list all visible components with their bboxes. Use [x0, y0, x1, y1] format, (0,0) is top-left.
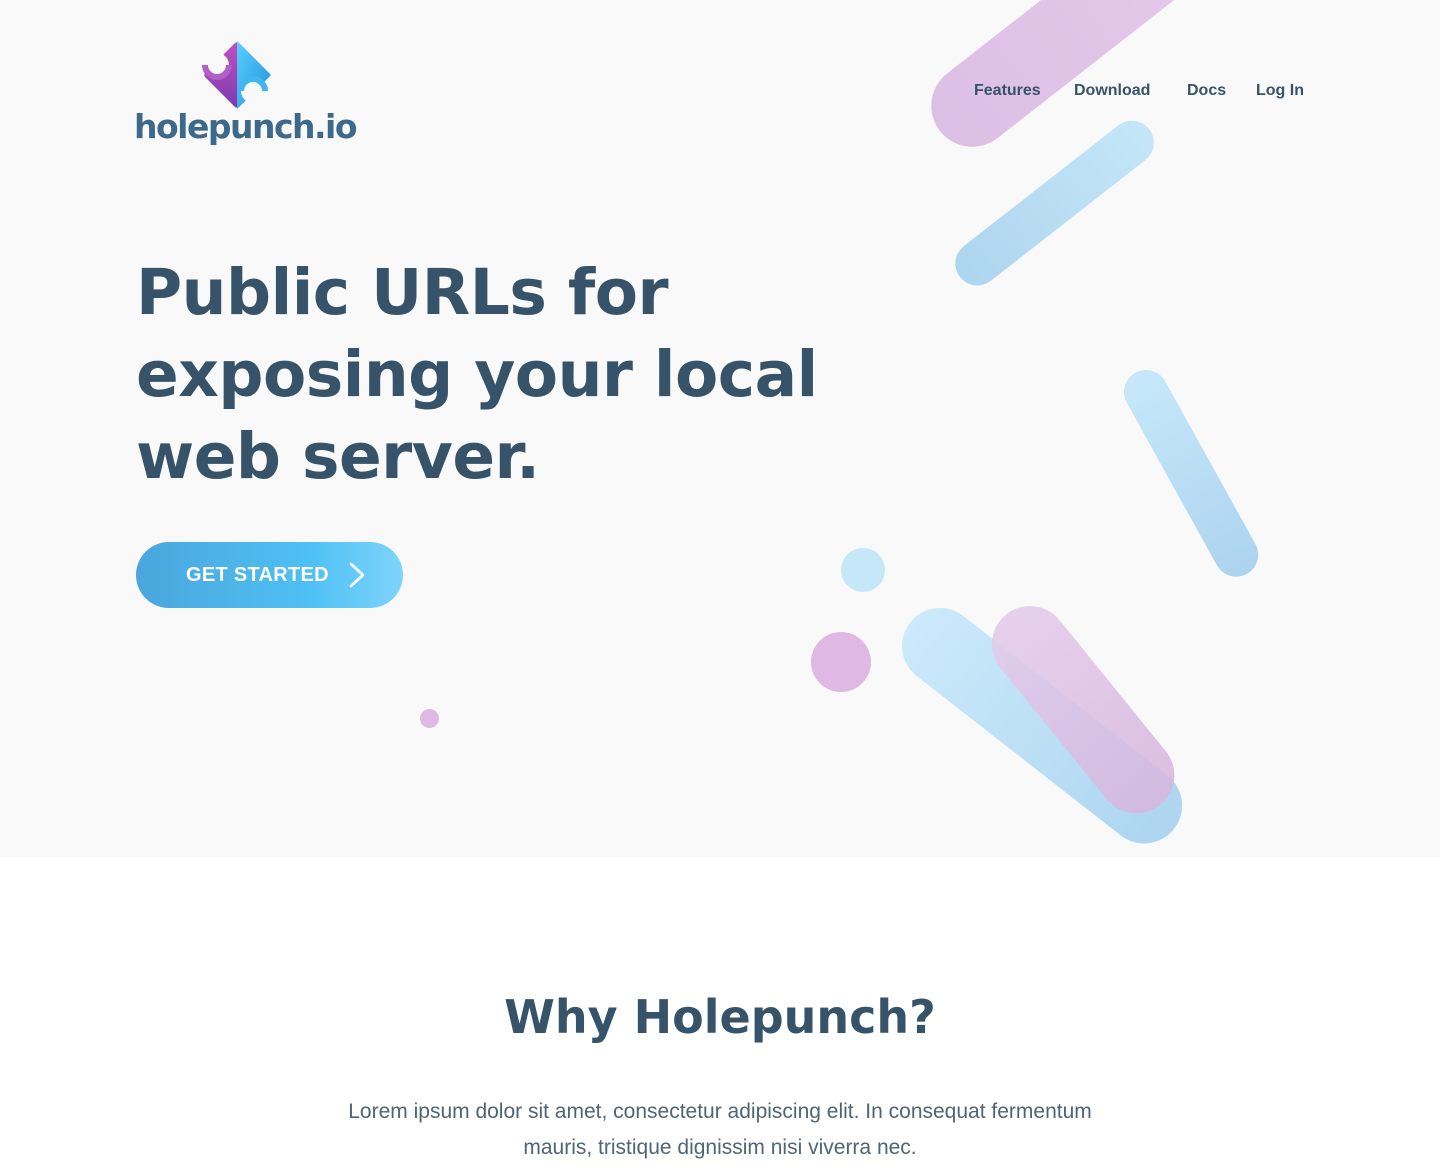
decorative-blue-pill: [1116, 362, 1267, 585]
nav-features[interactable]: Features: [974, 82, 1041, 100]
headline-line: web server.: [136, 420, 540, 493]
logo-wordmark: holepunch.io: [134, 107, 358, 146]
nav-download[interactable]: Download: [1074, 82, 1150, 100]
decorative-blue-dot: [841, 548, 885, 592]
get-started-label: GET STARTED: [186, 563, 329, 586]
hero-headline: Public URLs for exposing your local web …: [136, 252, 836, 498]
holepunch-logo-icon: [202, 41, 271, 109]
why-section-body: Lorem ipsum dolor sit amet, consectetur …: [348, 1100, 1092, 1159]
headline-line: Public URLs for: [136, 256, 669, 329]
hero-section: holepunch.io Features Download Docs Log …: [0, 0, 1440, 857]
get-started-button[interactable]: GET STARTED: [136, 542, 403, 608]
nav-docs[interactable]: Docs: [1187, 82, 1226, 100]
chevron-right-icon: [349, 562, 365, 588]
nav-log-in[interactable]: Log In: [1256, 82, 1304, 100]
decorative-pink-dot: [420, 709, 439, 728]
decorative-pink-dot: [811, 632, 871, 692]
headline-line: exposing your local: [136, 338, 818, 411]
logo[interactable]: holepunch.io: [134, 35, 358, 155]
why-section-title: Why Holepunch?: [504, 990, 936, 1044]
